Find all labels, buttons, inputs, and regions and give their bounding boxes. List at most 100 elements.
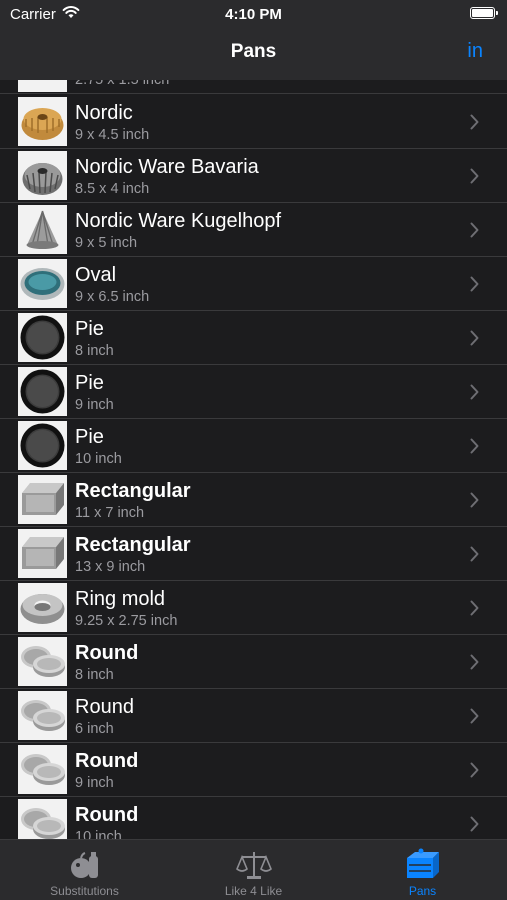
pan-name: Round xyxy=(75,642,139,664)
tab-pans[interactable]: Pans xyxy=(338,840,507,900)
kugelhopf-pan-icon xyxy=(26,210,59,249)
chevron-right-icon xyxy=(470,330,479,346)
navigation-bar: Pans in xyxy=(0,28,507,80)
chevron-right-icon xyxy=(470,492,479,508)
pan-row[interactable]: Pie 10 inch xyxy=(0,419,507,473)
pans-icon xyxy=(407,848,439,878)
pan-row[interactable]: Round 6 inch xyxy=(0,689,507,743)
pan-thumbnail xyxy=(18,799,67,839)
pan-size: 10 inch xyxy=(75,451,122,467)
pan-thumbnail xyxy=(18,80,67,92)
pan-size: 9 x 6.5 inch xyxy=(75,289,150,305)
pan-name: Nordic Ware Bavaria xyxy=(75,156,259,178)
chevron-right-icon xyxy=(470,546,479,562)
pan-row[interactable]: 2.75 x 1.5 inch xyxy=(0,80,507,94)
chevron-right-icon xyxy=(470,276,479,292)
battery-icon xyxy=(470,7,498,19)
chevron-right-icon xyxy=(470,654,479,670)
pan-size: 6 inch xyxy=(75,721,114,737)
tab-bar: Substitutions Like 4 Like Pans xyxy=(0,839,507,900)
round-pan-icon xyxy=(21,646,65,677)
pan-row[interactable]: Nordic Ware Kugelhopf 9 x 5 inch xyxy=(0,203,507,257)
pan-row[interactable]: Pie 8 inch xyxy=(0,311,507,365)
mini-muffin-pan-icon xyxy=(18,80,67,92)
pie-pan-icon xyxy=(20,423,65,468)
pan-thumbnail xyxy=(18,745,67,794)
pan-size: 11 x 7 inch xyxy=(75,505,145,521)
chevron-right-icon xyxy=(470,114,479,130)
pan-name: Round xyxy=(75,750,139,772)
chevron-right-icon xyxy=(470,762,479,778)
pan-thumbnail xyxy=(18,259,67,308)
pan-size: 9.25 x 2.75 inch xyxy=(75,613,178,629)
pan-size: 8 inch xyxy=(75,667,114,683)
pan-size: 2.75 x 1.5 inch xyxy=(75,80,170,88)
bundt-pan-gold-icon xyxy=(21,108,64,140)
pan-thumbnail xyxy=(18,691,67,740)
pan-row[interactable]: Round 8 inch xyxy=(0,635,507,689)
pan-row[interactable]: Pie 9 inch xyxy=(0,365,507,419)
pan-row[interactable]: Rectangular 11 x 7 inch xyxy=(0,473,507,527)
pan-row[interactable]: Rectangular 13 x 9 inch xyxy=(0,527,507,581)
pan-row[interactable]: Oval 9 x 6.5 inch xyxy=(0,257,507,311)
pan-name: Pie xyxy=(75,372,104,394)
pan-thumbnail xyxy=(18,97,67,146)
rectangular-pan-icon xyxy=(22,537,64,569)
page-title: Pans xyxy=(230,41,277,62)
tab-substitutions[interactable]: Substitutions xyxy=(0,840,169,900)
chevron-right-icon xyxy=(470,600,479,616)
pan-name: Round xyxy=(75,804,139,826)
substitutions-icon xyxy=(71,852,98,878)
round-pan-icon xyxy=(21,808,65,839)
pan-name: Pie xyxy=(75,318,104,340)
chevron-right-icon xyxy=(470,222,479,238)
pan-thumbnail xyxy=(18,151,67,200)
chevron-right-icon xyxy=(470,816,479,832)
round-pan-icon xyxy=(21,700,65,731)
tab-label: Substitutions xyxy=(50,884,119,898)
pan-list[interactable]: 2.75 x 1.5 inch Nordic 9 x 4.5 inch Nordic … xyxy=(0,80,507,839)
pan-row[interactable]: Nordic 9 x 4.5 inch xyxy=(0,95,507,149)
pan-row[interactable]: Round 10 inch xyxy=(0,797,507,839)
pan-thumbnail xyxy=(18,637,67,686)
pan-size: 9 x 4.5 inch xyxy=(75,127,150,143)
pan-thumbnail xyxy=(18,529,67,578)
pan-size: 10 inch xyxy=(75,829,122,839)
chevron-right-icon xyxy=(470,168,479,184)
pan-thumbnail xyxy=(18,313,67,362)
round-pan-icon xyxy=(21,754,65,785)
unit-toggle-button[interactable]: in xyxy=(467,40,483,63)
pan-row[interactable]: Round 9 inch xyxy=(0,743,507,797)
pan-name: Nordic xyxy=(75,102,133,124)
ring-mold-icon xyxy=(20,594,65,624)
pan-size: 9 x 5 inch xyxy=(75,235,138,251)
pan-name: Ring mold xyxy=(75,588,166,610)
chevron-right-icon xyxy=(470,708,479,724)
scale-icon xyxy=(236,852,272,879)
pan-thumbnail xyxy=(18,367,67,416)
chevron-right-icon xyxy=(470,384,479,400)
pan-size: 9 inch xyxy=(75,397,114,413)
pan-row[interactable]: Ring mold 9.25 x 2.75 inch xyxy=(0,581,507,635)
pie-pan-icon xyxy=(20,315,65,360)
pan-thumbnail xyxy=(18,583,67,632)
pie-pan-icon xyxy=(20,369,65,414)
pan-name: Rectangular xyxy=(75,534,191,556)
pan-row[interactable]: Nordic Ware Bavaria 8.5 x 4 inch xyxy=(0,149,507,203)
tab-label: Like 4 Like xyxy=(224,884,283,898)
pan-name: Rectangular xyxy=(75,480,191,502)
pan-size: 9 inch xyxy=(75,775,114,791)
status-bar: Carrier 4:10 PM xyxy=(0,0,507,28)
pan-name: Nordic Ware Kugelhopf xyxy=(75,210,282,232)
chevron-right-icon xyxy=(470,438,479,454)
pan-thumbnail xyxy=(18,421,67,470)
tab-like-4-like[interactable]: Like 4 Like xyxy=(169,840,338,900)
bundt-pan-bavaria-icon xyxy=(22,163,63,195)
pan-name: Pie xyxy=(75,426,104,448)
pan-thumbnail xyxy=(18,205,67,254)
pan-size: 8.5 x 4 inch xyxy=(75,181,150,197)
rectangular-pan-icon xyxy=(22,483,64,515)
pan-size: 13 x 9 inch xyxy=(75,559,146,575)
oval-pan-icon xyxy=(20,268,65,300)
pan-name: Oval xyxy=(75,264,117,286)
